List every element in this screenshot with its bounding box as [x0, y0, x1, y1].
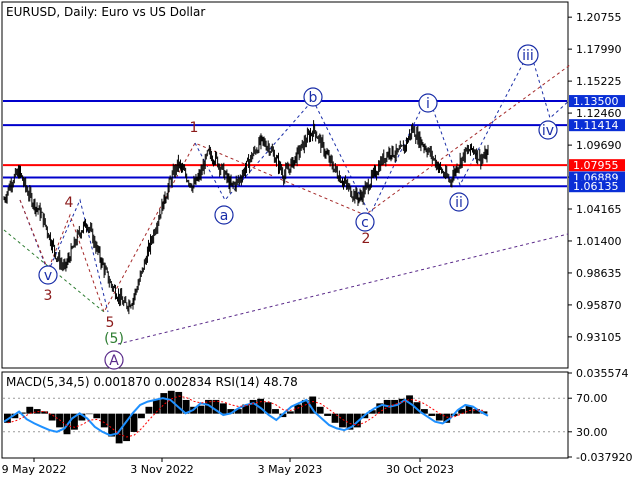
- price-tick-label: 1.17990: [576, 43, 622, 56]
- price-tick-label: 1.20755: [576, 11, 622, 24]
- level-tag-label: 1.13500: [573, 95, 619, 108]
- title-colon: :: [93, 5, 101, 19]
- wave-label: 5: [106, 315, 115, 331]
- macd-bar: [100, 413, 108, 428]
- level-tag-label: 1.07955: [573, 159, 619, 172]
- date-tick-label: 30 Oct 2023: [386, 463, 454, 476]
- price-tick-label: 0.98635: [576, 267, 622, 280]
- wave-label: 2: [362, 231, 371, 247]
- price-tick-label: 0.95870: [576, 299, 622, 312]
- macd-bar: [145, 406, 153, 414]
- date-tick-label: 9 May 2022: [2, 463, 67, 476]
- main-chart-panel: [1, 1, 569, 369]
- indicator-tick-label: 0.035574: [576, 367, 629, 380]
- price-tick-label: 1.09690: [576, 139, 622, 152]
- macd-bar: [339, 413, 346, 428]
- macd-bar: [138, 413, 145, 419]
- level-tag-label: 1.06135: [573, 180, 619, 193]
- title-comma: ,: [56, 5, 64, 19]
- macd-bar: [130, 413, 138, 432]
- symbol-label: EURUSD: [6, 5, 56, 19]
- date-tick-label: 3 May 2023: [258, 463, 323, 476]
- macd-bar: [331, 413, 339, 423]
- macd-bar: [33, 409, 41, 414]
- wave-label: v: [44, 268, 52, 284]
- macd-bar: [316, 406, 324, 414]
- level-tag-label: 1.11414: [573, 119, 619, 132]
- macd-bar: [435, 413, 443, 421]
- indicator-tick-label: 30.00: [576, 426, 608, 439]
- wave-label: a: [220, 208, 229, 224]
- macd-bar: [93, 413, 101, 419]
- macd-bar: [286, 411, 294, 414]
- indicator-title: MACD(5,34,5) 0.001870 0.002834 RSI(14) 4…: [6, 375, 298, 389]
- description-label: Euro vs US Dollar: [101, 5, 205, 19]
- macd-bar: [324, 413, 332, 416]
- wave-label: 4: [65, 195, 74, 211]
- macd-bar: [272, 409, 279, 414]
- wave-label: iii: [522, 48, 534, 64]
- macd-bar: [56, 413, 63, 428]
- chart-canvas: 1.207551.179901.152251.124601.096901.069…: [0, 0, 640, 480]
- wave-label: i: [426, 96, 430, 112]
- price-tick-label: 1.01400: [576, 235, 622, 248]
- wave-label: b: [309, 90, 318, 106]
- wave-label: 1: [190, 120, 199, 136]
- indicator-tick-label: 70.00: [576, 392, 608, 405]
- wave-label: iv: [542, 123, 554, 139]
- wave-label: A: [109, 353, 119, 369]
- timeframe-label: Daily: [64, 5, 94, 19]
- macd-bar: [428, 413, 436, 416]
- wave-label: c: [361, 215, 369, 231]
- wave-label: 3: [44, 288, 53, 304]
- macd-bar: [108, 413, 116, 437]
- macd-bar: [48, 413, 56, 421]
- macd-bar: [197, 405, 205, 414]
- wave-label: (5): [104, 331, 124, 347]
- price-tick-label: 0.93105: [576, 331, 622, 344]
- wave-label: ii: [455, 195, 463, 211]
- price-tick-label: 1.15225: [576, 75, 622, 88]
- macd-bar: [26, 406, 34, 414]
- price-tick-label: 1.04165: [576, 203, 622, 216]
- chart-title: EURUSD, Daily: Euro vs US Dollar: [6, 5, 205, 19]
- macd-bar: [249, 399, 257, 414]
- indicator-tick-label: -0.037920: [576, 451, 632, 464]
- price-tick-label: 1.12460: [576, 107, 622, 120]
- macd-bar: [85, 413, 93, 415]
- date-tick-label: 3 Nov 2022: [130, 463, 193, 476]
- macd-bar: [219, 403, 227, 414]
